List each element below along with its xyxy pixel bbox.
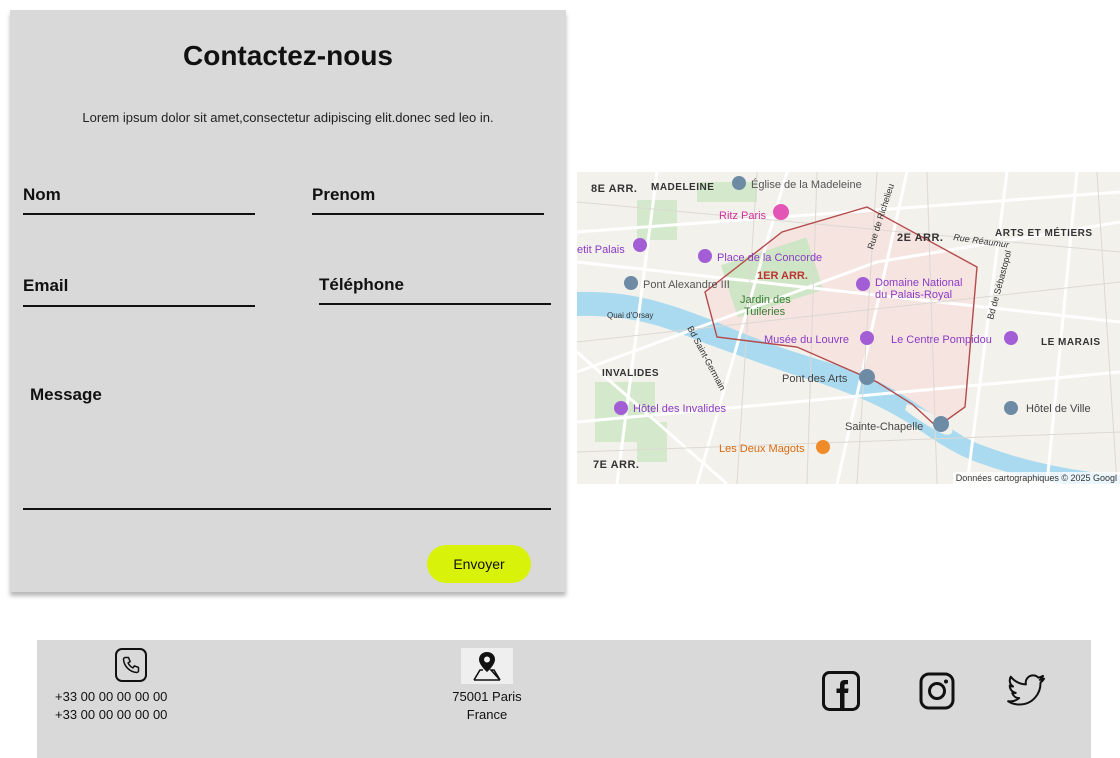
map-label-1er-arr: 1ER ARR. <box>757 270 808 282</box>
map-label-arts-metiers: ARTS ET MÉTIERS <box>995 226 1093 239</box>
map-label-eglise-madeleine: Église de la Madeleine <box>751 178 862 191</box>
map-label-jardin-2: Tuileries <box>744 306 786 318</box>
map-label-domaine-2: du Palais-Royal <box>875 289 952 301</box>
map-label-centre-pompidou: Le Centre Pompidou <box>891 334 992 346</box>
map-credit: Données cartographiques © 2025 Googl <box>952 472 1120 484</box>
map-label-petit-palais: etit Palais <box>577 244 625 256</box>
twitter-icon[interactable] <box>1007 670 1047 712</box>
map-label-pont-alexandre: Pont Alexandre III <box>643 279 730 291</box>
email-field[interactable] <box>23 305 255 307</box>
map-label-domaine-1: Domaine National <box>875 277 962 289</box>
message-label: Message <box>30 385 102 404</box>
send-button[interactable]: Envoyer <box>427 545 531 583</box>
phone-number-2: +33 00 00 00 00 00 <box>55 707 168 722</box>
map-label-le-marais: LE MARAIS <box>1041 337 1101 348</box>
facebook-icon[interactable] <box>821 670 861 712</box>
map[interactable]: 8E ARR. MADELEINE Église de la Madeleine… <box>577 172 1120 484</box>
map-label-8e-arr: 8E ARR. <box>591 183 638 195</box>
phone-number-1: +33 00 00 00 00 00 <box>55 689 168 704</box>
map-pin-icon <box>461 648 513 684</box>
map-label-deux-magots: Les Deux Magots <box>719 443 805 455</box>
map-label-quai-orsay: Quai d'Orsay <box>607 311 653 320</box>
address-line-1: 75001 Paris <box>452 689 522 704</box>
nom-field[interactable] <box>23 213 255 215</box>
map-label-sainte-chapelle: Sainte-Chapelle <box>845 421 923 433</box>
map-canvas: 8E ARR. MADELEINE Église de la Madeleine… <box>577 172 1120 484</box>
map-label-madeleine: MADELEINE <box>651 182 714 193</box>
message-field[interactable] <box>23 508 551 510</box>
footer: +33 00 00 00 00 00 +33 00 00 00 00 00 75… <box>37 640 1091 758</box>
nom-label: Nom <box>23 185 61 204</box>
map-label-invalides: INVALIDES <box>602 368 659 379</box>
map-label-7e-arr: 7E ARR. <box>593 459 640 471</box>
map-label-musee-louvre: Musée du Louvre <box>764 334 849 346</box>
contact-form-card: Contactez-nous Lorem ipsum dolor sit ame… <box>10 10 566 592</box>
instagram-icon[interactable] <box>917 670 957 712</box>
map-label-hotel-invalides: Hôtel des Invalides <box>633 403 726 415</box>
map-label-pont-des-arts: Pont des Arts <box>782 373 848 385</box>
map-label-jardin-1: Jardin des <box>740 294 791 306</box>
map-label-2e-arr: 2E ARR. <box>897 232 944 244</box>
phone-icon <box>115 648 147 682</box>
contact-subtitle: Lorem ipsum dolor sit amet,consectetur a… <box>82 110 494 125</box>
page-title: Contactez-nous <box>183 40 393 71</box>
address-line-2: France <box>466 707 508 722</box>
map-label-hotel-de-ville: Hôtel de Ville <box>1026 403 1091 415</box>
prenom-label: Prenom <box>312 185 376 204</box>
map-label-place-concorde: Place de la Concorde <box>717 252 822 264</box>
telephone-field[interactable] <box>319 303 551 305</box>
telephone-label: Téléphone <box>319 275 405 294</box>
prenom-field[interactable] <box>312 213 544 215</box>
email-label: Email <box>23 276 69 295</box>
map-label-ritz: Ritz Paris <box>719 210 767 222</box>
